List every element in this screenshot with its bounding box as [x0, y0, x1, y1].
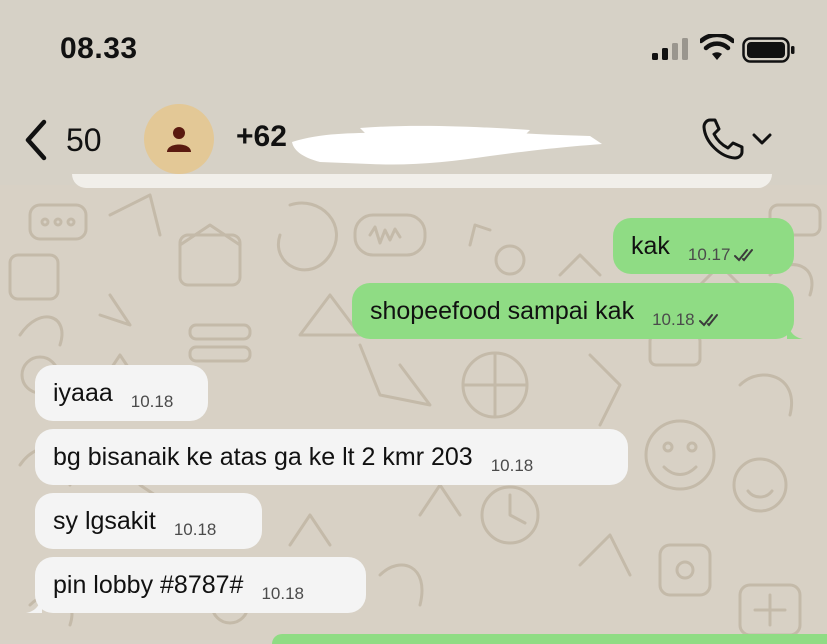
status-time: 08.33 — [60, 32, 138, 65]
message-meta: 10.17 — [688, 245, 761, 265]
message-bubble-incoming[interactable]: iyaaa 10.18 — [35, 365, 208, 421]
message-bubble-outgoing[interactable]: shopeefood sampai kak 10.18 — [352, 283, 803, 339]
message-meta: 10.18 — [652, 310, 725, 330]
message-text: bg bisanaik ke atas ga ke lt 2 kmr 203 — [53, 443, 473, 471]
contact-name[interactable]: +62 — [236, 120, 287, 154]
signal-icon — [652, 38, 688, 60]
person-icon — [167, 127, 191, 152]
battery-icon — [742, 37, 795, 63]
message-bubble-incoming[interactable]: sy lgsakit 10.18 — [35, 493, 262, 549]
bubble-tail — [787, 321, 803, 339]
chevron-left-icon — [25, 119, 47, 161]
call-button[interactable] — [700, 116, 774, 162]
message-bubble-incoming[interactable]: bg bisanaik ke atas ga ke lt 2 kmr 203 1… — [35, 429, 628, 485]
redaction-scribble — [292, 125, 602, 165]
message-time: 10.18 — [130, 392, 174, 411]
message-time: 10.18 — [261, 584, 304, 603]
previous-message-edge — [72, 174, 772, 188]
double-check-icon — [698, 314, 718, 327]
status-bar: 08.33 — [0, 0, 827, 100]
message-bubble-outgoing[interactable]: kak 10.17 — [613, 218, 794, 274]
bubble-tail — [26, 595, 42, 613]
avatar[interactable] — [144, 104, 214, 174]
message-text: sy lgsakit — [53, 507, 156, 535]
message-time: 10.18 — [173, 520, 217, 539]
message-text: pin lobby #8787# — [53, 571, 244, 599]
chat-header: 50 +62 — [0, 100, 827, 185]
message-text: shopeefood sampai kak — [370, 297, 635, 325]
message-bubble-incoming[interactable]: pin lobby #8787# 10.18 — [26, 557, 366, 613]
message-text: iyaaa — [53, 379, 113, 407]
next-message-edge — [272, 634, 827, 644]
double-check-icon — [734, 249, 754, 262]
chevron-down-icon — [752, 133, 772, 145]
message-text: kak — [631, 232, 670, 260]
message-time: 10.18 — [490, 456, 534, 475]
message-time: 10.18 — [652, 310, 695, 329]
phone-icon — [702, 118, 744, 160]
wifi-icon — [700, 34, 734, 60]
unread-count: 50 — [66, 121, 102, 158]
message-time: 10.17 — [687, 245, 731, 264]
back-button[interactable]: 50 — [22, 118, 102, 162]
